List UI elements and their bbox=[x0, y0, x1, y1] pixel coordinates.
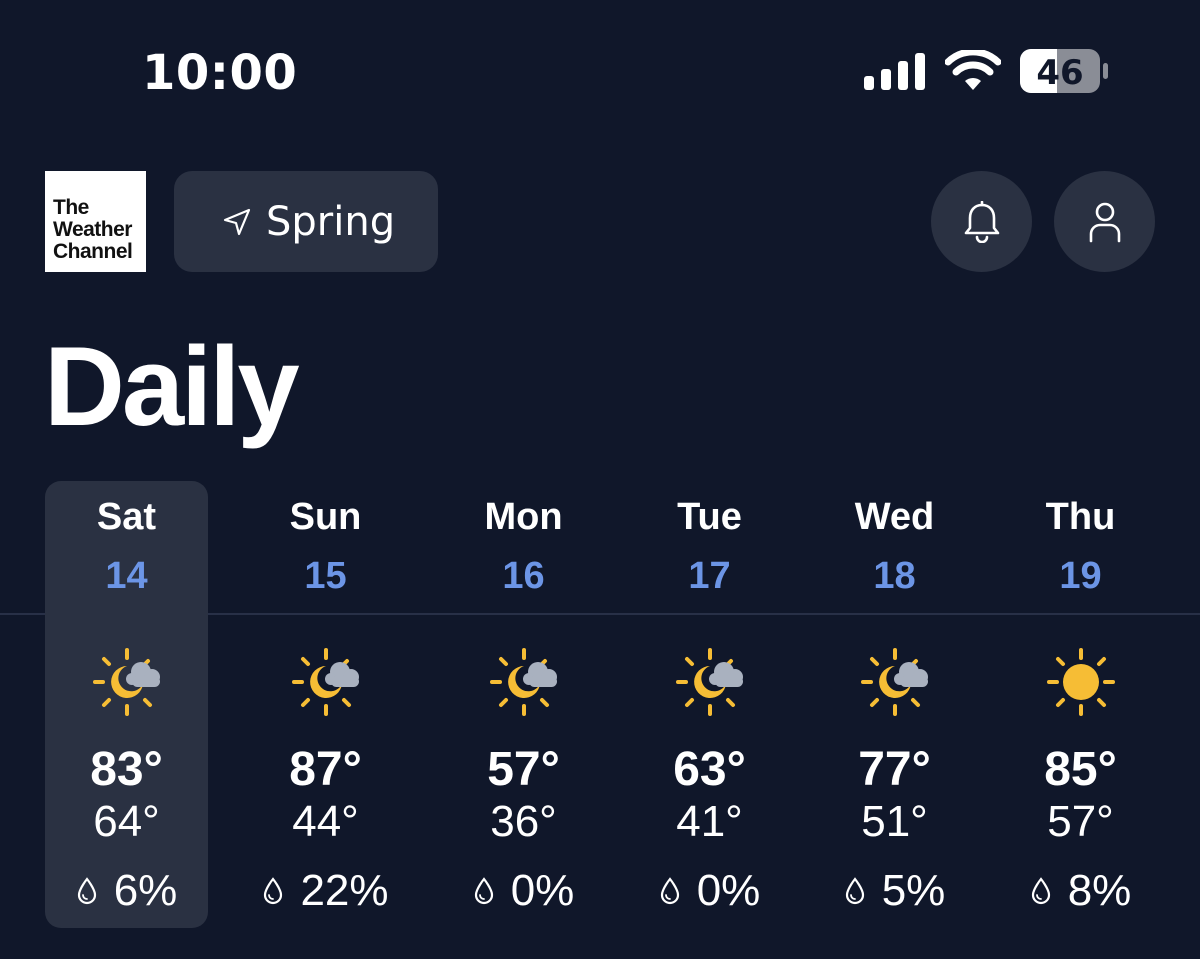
day-date: 15 bbox=[304, 555, 347, 597]
partly-cloudy-night-icon bbox=[860, 648, 928, 716]
logo-line-3: Channel bbox=[53, 240, 133, 263]
low-temperature: 51° bbox=[861, 797, 928, 846]
precipitation-value: 6% bbox=[113, 866, 178, 915]
location-arrow-icon bbox=[223, 208, 251, 235]
person-icon bbox=[1089, 202, 1120, 242]
precipitation-chance: 0% bbox=[442, 866, 605, 916]
day-date: 14 bbox=[105, 555, 148, 597]
low-temperature: 41° bbox=[676, 797, 743, 846]
day-date: 17 bbox=[688, 555, 731, 597]
day-column-sat[interactable]: Sat 14 83° 64° 6% bbox=[45, 481, 208, 928]
raindrop-icon bbox=[660, 877, 679, 905]
day-name: Sun bbox=[289, 496, 362, 538]
partly-cloudy-night-icon bbox=[675, 648, 743, 716]
high-temperature: 77° bbox=[858, 743, 931, 796]
high-temperature: 87° bbox=[289, 743, 362, 796]
partly-cloudy-night-icon bbox=[291, 648, 359, 716]
low-temperature: 57° bbox=[1047, 797, 1114, 846]
precipitation-chance: 5% bbox=[813, 866, 976, 916]
low-temperature: 64° bbox=[93, 797, 160, 846]
precipitation-chance: 22% bbox=[244, 866, 407, 916]
low-temperature: 36° bbox=[490, 797, 557, 846]
raindrop-icon bbox=[845, 877, 864, 905]
precipitation-value: 22% bbox=[300, 866, 389, 915]
sunny-icon bbox=[1046, 648, 1115, 716]
precipitation-value: 0% bbox=[696, 866, 761, 915]
battery-icon: 46 bbox=[1020, 49, 1108, 93]
wifi-icon bbox=[945, 50, 1001, 90]
precipitation-chance: 0% bbox=[628, 866, 791, 916]
precipitation-chance: 6% bbox=[45, 866, 208, 916]
day-date: 18 bbox=[873, 555, 916, 597]
raindrop-icon bbox=[474, 877, 493, 905]
precipitation-value: 8% bbox=[1067, 866, 1132, 915]
raindrop-icon bbox=[264, 877, 283, 905]
day-name: Thu bbox=[1045, 496, 1116, 538]
day-date: 16 bbox=[502, 555, 545, 597]
raindrop-icon bbox=[1031, 877, 1050, 905]
status-time: 10:00 bbox=[142, 45, 298, 101]
day-name: Wed bbox=[854, 496, 935, 538]
partly-cloudy-night-icon bbox=[92, 648, 160, 716]
day-column-wed[interactable]: Wed 18 77° 51° 5% bbox=[813, 481, 976, 928]
high-temperature: 63° bbox=[673, 743, 746, 796]
weather-channel-logo[interactable]: The Weather Channel bbox=[45, 171, 146, 272]
day-column-thu[interactable]: Thu 19 85° 57° 8% bbox=[999, 481, 1162, 928]
low-temperature: 44° bbox=[292, 797, 359, 846]
page-title: Daily bbox=[44, 324, 300, 449]
day-name: Mon bbox=[484, 496, 563, 538]
day-name: Sat bbox=[96, 496, 157, 538]
raindrop-icon bbox=[77, 877, 96, 905]
high-temperature: 85° bbox=[1044, 743, 1117, 796]
profile-button[interactable] bbox=[1054, 171, 1155, 272]
logo-line-1: The bbox=[53, 196, 89, 219]
day-date: 19 bbox=[1059, 555, 1102, 597]
logo-line-2: Weather bbox=[53, 218, 132, 241]
day-column-tue[interactable]: Tue 17 63° 41° 0% bbox=[628, 481, 791, 928]
daily-forecast-screen: 10:00 46 The Weather Channel Spring Dail… bbox=[0, 0, 1200, 959]
high-temperature: 83° bbox=[90, 743, 163, 796]
location-label: Spring bbox=[266, 198, 396, 245]
location-button[interactable]: Spring bbox=[174, 171, 438, 272]
partly-cloudy-night-icon bbox=[489, 648, 557, 716]
day-column-sun[interactable]: Sun 15 87° 44° 22% bbox=[244, 481, 407, 928]
day-column-mon[interactable]: Mon 16 57° 36° 0% bbox=[442, 481, 605, 928]
precipitation-chance: 8% bbox=[999, 866, 1162, 916]
battery-level: 46 bbox=[1036, 53, 1083, 93]
notifications-button[interactable] bbox=[931, 171, 1032, 272]
high-temperature: 57° bbox=[487, 743, 560, 796]
precipitation-value: 5% bbox=[881, 866, 946, 915]
bell-icon bbox=[964, 200, 999, 243]
cellular-signal-icon bbox=[864, 53, 925, 90]
precipitation-value: 0% bbox=[510, 866, 575, 915]
day-name: Tue bbox=[677, 496, 742, 538]
